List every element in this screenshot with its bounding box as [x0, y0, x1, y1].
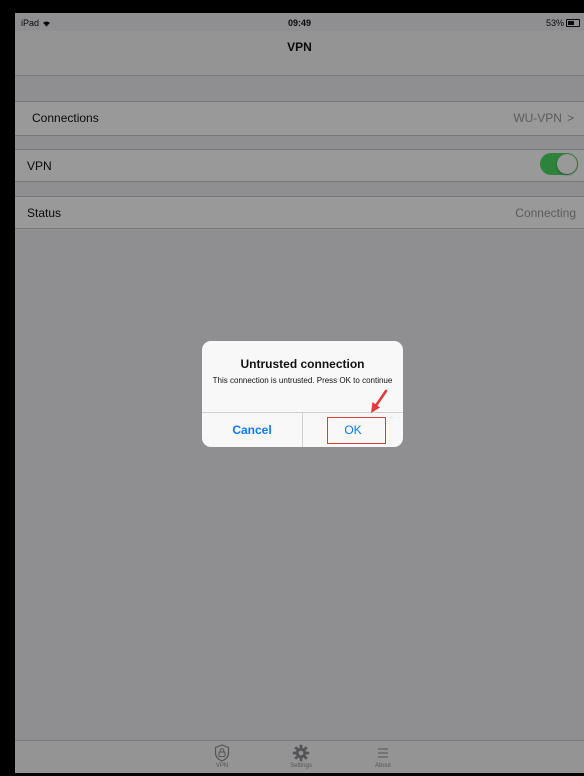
alert-message: This connection is untrusted. Press OK t…	[212, 376, 393, 385]
cancel-button[interactable]: Cancel	[202, 413, 303, 447]
alert-title: Untrusted connection	[240, 357, 365, 371]
untrusted-connection-alert: Untrusted connection This connection is …	[202, 341, 403, 447]
ok-highlight-box	[327, 417, 386, 444]
app-screen: iPad 09:49 53% VPN Connections WU-VPN > V…	[15, 13, 584, 773]
annotation-arrow-icon	[369, 389, 389, 420]
